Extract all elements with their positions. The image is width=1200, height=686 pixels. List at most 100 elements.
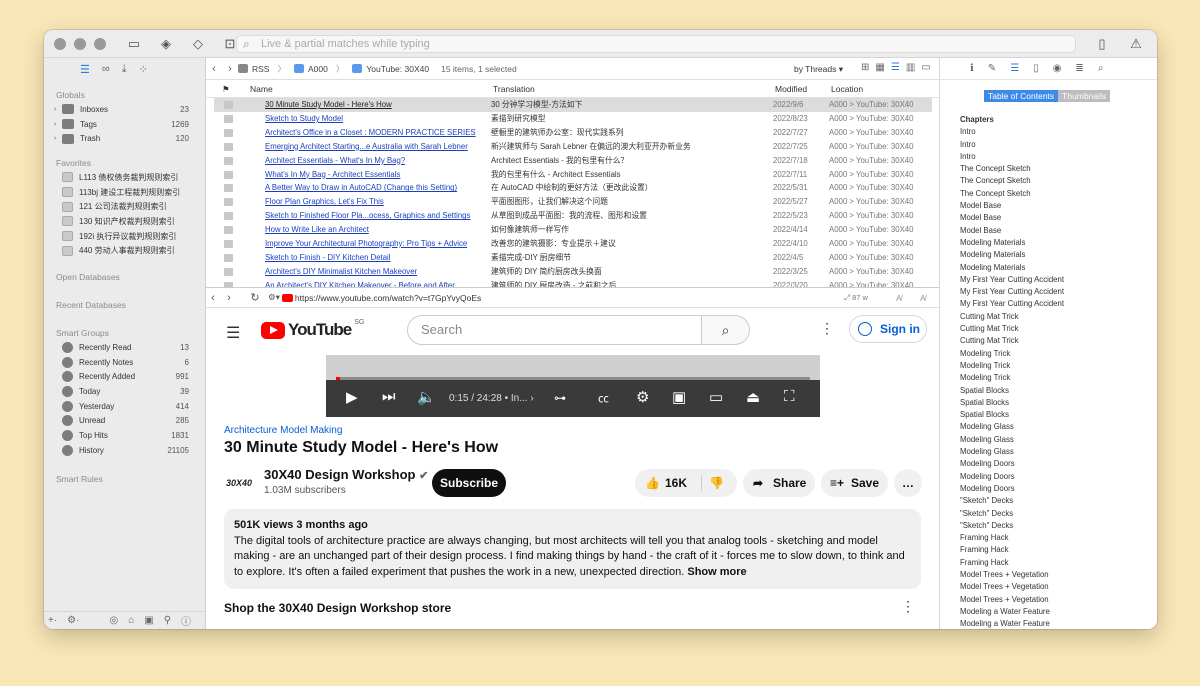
settings-gear-icon[interactable]: ⚙ bbox=[636, 388, 649, 406]
chapter-item[interactable]: Modeling Glass bbox=[960, 421, 1064, 433]
like-icon[interactable]: 👍 bbox=[645, 469, 660, 497]
column-header-translation[interactable]: Translation bbox=[493, 84, 535, 94]
row-name[interactable]: 30 Minute Study Model - Here's How bbox=[265, 98, 487, 112]
back-arrow-icon[interactable]: ‹ bbox=[206, 292, 220, 304]
reload-icon[interactable]: ↻ bbox=[248, 291, 262, 304]
table-row[interactable]: Architect's Office in a Closet : MODERN … bbox=[214, 126, 932, 140]
column-view-icon[interactable]: ▥ bbox=[906, 62, 915, 73]
chapter-item[interactable]: "Sketch" Decks bbox=[960, 495, 1064, 507]
gear-icon[interactable]: ⚙▾ bbox=[268, 292, 280, 303]
theater-mode-icon[interactable]: ▭ bbox=[709, 388, 723, 406]
channel-avatar[interactable]: 30X40 bbox=[224, 468, 254, 498]
next-icon[interactable]: ⏭ bbox=[382, 388, 396, 405]
toc-icon[interactable]: ☰ bbox=[1010, 63, 1019, 74]
chapter-item[interactable]: Model Trees + Vegetation bbox=[960, 594, 1064, 606]
row-name[interactable]: How to Write Like an Architect bbox=[265, 223, 487, 237]
inspector-toggle-icon[interactable]: ▯ bbox=[1094, 36, 1110, 52]
chapter-item[interactable]: The Concept Sketch bbox=[960, 188, 1064, 200]
row-name[interactable]: Sketch to Finished Floor Pla...ocess, Gr… bbox=[265, 209, 487, 223]
forward-arrow-icon[interactable]: › bbox=[222, 292, 236, 304]
table-row[interactable]: An Architect's DIY Kitchen Makeover - Be… bbox=[214, 279, 932, 287]
font-larger-icon[interactable]: A̸ bbox=[920, 293, 926, 303]
import-icon[interactable]: ⤓ bbox=[122, 63, 127, 76]
chapter-item[interactable]: Modeling Doors bbox=[960, 471, 1064, 483]
sidebar-favorite-item[interactable]: 130 知识产权裁判规则索引 bbox=[44, 214, 205, 229]
shop-more-icon[interactable]: ⋮ bbox=[901, 598, 915, 615]
chapter-item[interactable]: Modeling Trick bbox=[960, 348, 1064, 360]
target-icon[interactable]: ◎ bbox=[109, 615, 118, 626]
sidebar-item-yesterday[interactable]: Yesterday 414 bbox=[44, 399, 205, 414]
add-icon[interactable]: +· bbox=[48, 615, 57, 626]
airplay-icon[interactable]: ⏏ bbox=[746, 388, 760, 406]
progress-bar[interactable] bbox=[336, 377, 810, 380]
tags-icon[interactable]: ⁘ bbox=[139, 63, 148, 76]
column-header-location[interactable]: Location bbox=[831, 84, 863, 94]
open-databases-heading[interactable]: Open Databases bbox=[44, 270, 205, 284]
gear-icon[interactable]: ⚙· bbox=[67, 615, 79, 626]
volume-icon[interactable]: 🔈 bbox=[417, 388, 436, 406]
chapter-item[interactable]: "Sketch" Decks bbox=[960, 520, 1064, 532]
breadcrumb-rss[interactable]: RSS bbox=[252, 64, 269, 74]
table-row[interactable]: Improve Your Architectural Photography: … bbox=[214, 237, 932, 251]
chapter-item[interactable]: Modeling Materials bbox=[960, 249, 1064, 261]
chapter-item[interactable]: Modeling Doors bbox=[960, 458, 1064, 470]
chapter-item[interactable]: "Sketch" Decks bbox=[960, 508, 1064, 520]
row-name[interactable]: A Better Way to Draw in AutoCAD (Change … bbox=[265, 181, 487, 195]
table-row[interactable]: Architect Essentials - What's In My Bag?… bbox=[214, 154, 932, 168]
like-count[interactable]: 16K bbox=[665, 469, 687, 497]
grid-view-icon[interactable]: ▦ bbox=[875, 62, 884, 73]
sidebar-favorite-item[interactable]: L113 债权债务裁判规则索引 bbox=[44, 170, 205, 185]
chapter-item[interactable]: Intro bbox=[960, 151, 1064, 163]
disclosure-arrow-icon[interactable]: › bbox=[54, 106, 62, 113]
table-row[interactable]: Sketch to Study Model 素描到研究模型 2022/8/23 A00… bbox=[214, 112, 932, 126]
info-icon[interactable]: ℹ bbox=[970, 63, 974, 74]
chapter-item[interactable]: Modeling Trick bbox=[960, 372, 1064, 384]
back-arrow-icon[interactable]: ‹ bbox=[206, 63, 222, 75]
row-name[interactable]: An Architect's DIY Kitchen Makeover - Be… bbox=[265, 279, 487, 287]
youtube-search-button[interactable]: ⌕ bbox=[702, 315, 750, 345]
chapter-item[interactable]: Modeling Glass bbox=[960, 446, 1064, 458]
breadcrumb-a000[interactable]: A000 bbox=[308, 64, 328, 74]
chapter-item[interactable]: Framing Hack bbox=[960, 544, 1064, 556]
toolbar-search-input[interactable]: ⌕ Live & partial matches while typing bbox=[236, 35, 1076, 53]
table-row[interactable]: Architect's DIY Minimalist Kitchen Makeo… bbox=[214, 265, 932, 279]
menu-icon[interactable]: ☰ bbox=[226, 323, 240, 343]
sign-in-button[interactable]: Sign in bbox=[849, 315, 927, 343]
minimize-window-button[interactable] bbox=[74, 37, 86, 50]
chapter-item[interactable]: Framing Hack bbox=[960, 532, 1064, 544]
video-player[interactable]: ▶ ⏭ 🔈 0:15 / 24:28 • In... › ⊶ ㏄ ⚙ ▣ ▭ ⏏… bbox=[326, 355, 820, 417]
table-row[interactable]: 30 Minute Study Model - Here's How 30 分钟学… bbox=[214, 98, 932, 112]
preview-view-icon[interactable]: ▭ bbox=[921, 62, 930, 73]
chapter-item[interactable]: Cutting Mat Trick bbox=[960, 323, 1064, 335]
table-row[interactable]: Emerging Architect Starting...e Australi… bbox=[214, 140, 932, 154]
smart-rules-heading[interactable]: Smart Rules bbox=[44, 472, 205, 486]
chapter-item[interactable]: My First Year Cutting Accident bbox=[960, 274, 1064, 286]
sidebar-item-history[interactable]: History 21105 bbox=[44, 443, 205, 458]
chapter-item[interactable]: Modeling Doors bbox=[960, 483, 1064, 495]
reading-glasses-icon[interactable]: ∞ bbox=[102, 63, 110, 75]
table-row[interactable]: How to Write Like an Architect 如何像建筑师一样写作… bbox=[214, 223, 932, 237]
sidebar-favorite-item[interactable]: 113bj 建设工程裁判规则索引 bbox=[44, 185, 205, 200]
play-icon[interactable]: ▶ bbox=[346, 388, 358, 406]
row-name[interactable]: Sketch to Finish - DIY Kitchen Detail bbox=[265, 251, 487, 265]
chapter-item[interactable]: Modeling Materials bbox=[960, 262, 1064, 274]
disclosure-arrow-icon[interactable]: › bbox=[54, 121, 62, 128]
show-more-link[interactable]: Show more bbox=[687, 566, 746, 578]
chapter-item[interactable]: My First Year Cutting Accident bbox=[960, 286, 1064, 298]
forward-arrow-icon[interactable]: › bbox=[222, 63, 238, 75]
chapter-item[interactable]: Intro bbox=[960, 126, 1064, 138]
info-icon[interactable]: ⓘ bbox=[181, 613, 191, 628]
document-icon[interactable]: ▯ bbox=[1033, 63, 1039, 74]
flag-column-icon[interactable]: ⚑ bbox=[222, 84, 230, 95]
location-icon[interactable]: ⚲ bbox=[164, 615, 171, 626]
chapter-item[interactable]: Spatial Blocks bbox=[960, 409, 1064, 421]
list-view-icon[interactable]: ☰ bbox=[891, 62, 900, 73]
chapter-item[interactable]: The Concept Sketch bbox=[960, 163, 1064, 175]
table-row[interactable]: Floor Plan Graphics, Let's Fix This 平面图图形… bbox=[214, 195, 932, 209]
column-header-modified[interactable]: Modified bbox=[775, 84, 807, 94]
row-name[interactable]: Floor Plan Graphics, Let's Fix This bbox=[265, 195, 487, 209]
chapter-item[interactable]: Model Base bbox=[960, 225, 1064, 237]
row-name[interactable]: Improve Your Architectural Photography: … bbox=[265, 237, 487, 251]
dislike-icon[interactable]: 👎 bbox=[709, 469, 724, 497]
recent-databases-heading[interactable]: Recent Databases bbox=[44, 298, 205, 312]
